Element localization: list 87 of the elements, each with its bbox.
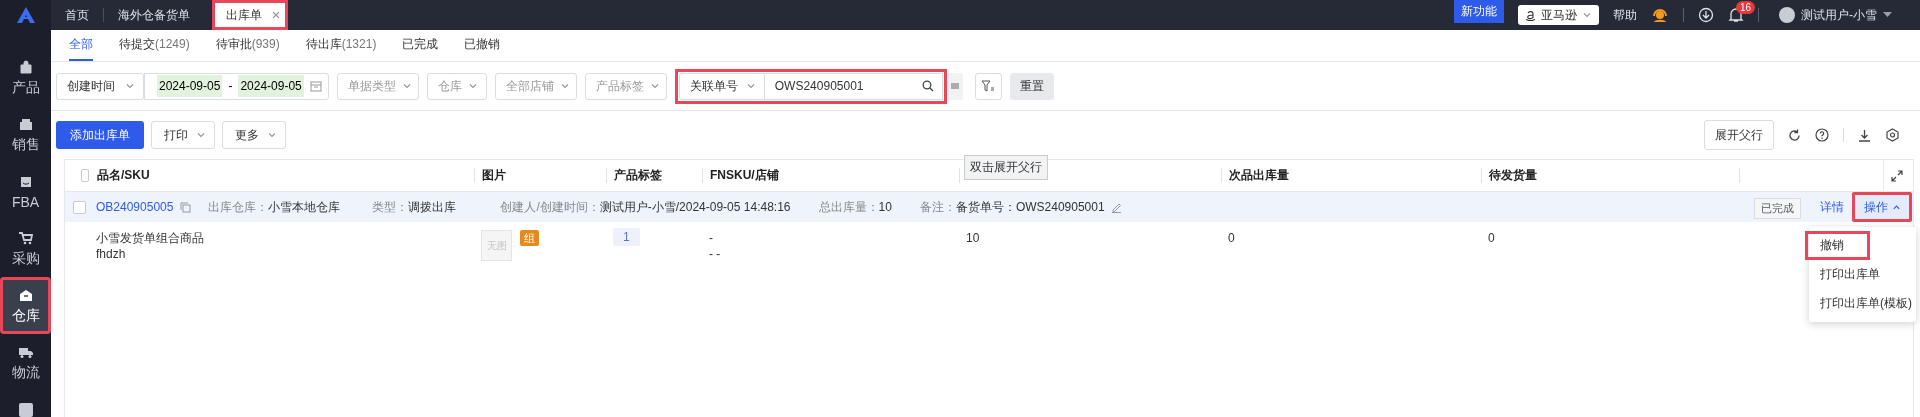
- page-tab[interactable]: 出库单: [212, 0, 288, 30]
- status-tab[interactable]: 已撤销: [464, 30, 501, 61]
- detail-link[interactable]: 详情: [1820, 199, 1844, 216]
- select-field[interactable]: 关联单号: [678, 72, 765, 100]
- order-link[interactable]: OB240905005: [96, 200, 174, 214]
- quantity-cell-text: 10: [965, 230, 981, 246]
- menu-item[interactable]: 打印出库单: [1809, 260, 1916, 289]
- column-header: FNSKU/店铺: [710, 167, 779, 184]
- tooltip: 双击展开父行: [964, 155, 1048, 180]
- status-tab[interactable]: 待提交(1249): [119, 30, 190, 61]
- logo-icon[interactable]: [14, 6, 37, 24]
- settings-icon[interactable]: [1885, 127, 1900, 143]
- user-menu[interactable]: 测试用户-小雪: [1773, 5, 1898, 25]
- sidebar-item[interactable]: 产品: [0, 49, 51, 107]
- status-tab[interactable]: 已完成: [402, 30, 439, 61]
- column-header: 待发货量: [1489, 167, 1537, 184]
- status-tab[interactable]: 全部: [69, 30, 93, 61]
- notification-badge: 16: [1736, 1, 1756, 14]
- caret-icon: [401, 81, 412, 91]
- sidebar-item[interactable]: 销售: [0, 106, 51, 164]
- caret-icon: [196, 130, 206, 140]
- order-field: 出库仓库：小雪本地仓库: [208, 198, 341, 216]
- product-name: 小雪发货单组合商品: [96, 230, 205, 246]
- filter-icon: [981, 79, 996, 93]
- column-header: 品名/SKU: [97, 167, 150, 184]
- caret-icon: [467, 81, 478, 91]
- combo-tag: 组: [520, 230, 539, 246]
- calendar-icon: [309, 80, 322, 92]
- quantity-cell-text: 0: [1227, 230, 1236, 246]
- headset-icon[interactable]: [1651, 7, 1669, 23]
- column-header: 产品标签: [614, 167, 662, 184]
- status-tab[interactable]: 待出库(1321): [305, 30, 377, 61]
- search-field[interactable]: OWS240905001: [764, 72, 943, 100]
- checkbox[interactable]: [73, 200, 86, 214]
- search-icon: [921, 80, 934, 92]
- fullscreen-icon[interactable]: [1891, 169, 1903, 182]
- refresh-icon[interactable]: [1788, 128, 1801, 142]
- order-field: 创建人/创建时间：测试用户-小雪/2024-09-05 14:48:16: [500, 198, 791, 216]
- status-tab[interactable]: 待审批(939): [215, 30, 280, 61]
- label-count: 1: [613, 228, 640, 246]
- caret-icon: [267, 130, 277, 140]
- help-icon[interactable]: [1815, 128, 1829, 142]
- cart-icon: [17, 229, 34, 246]
- download-icon[interactable]: [1858, 128, 1871, 142]
- order-field: 备注：备货单号：OWS240905001: [919, 198, 1105, 216]
- caret-icon: [1883, 12, 1892, 18]
- page-tab[interactable]: 海外仓备货单: [104, 0, 204, 30]
- sidebar-item[interactable]: 仓库: [0, 277, 51, 335]
- caret-icon: [125, 81, 135, 91]
- column-header: 次品出库量: [1229, 167, 1289, 184]
- column-header: 图片: [482, 167, 506, 184]
- sidebar-item[interactable]: 物流: [0, 334, 51, 392]
- sidebar-item[interactable]: 采购: [0, 220, 51, 278]
- order-field: 类型：调拨出库: [372, 198, 457, 216]
- menu-item[interactable]: 打印出库单(模板): [1809, 289, 1916, 318]
- caret-icon: [745, 81, 756, 91]
- add-button[interactable]: 添加出库单: [56, 121, 144, 149]
- sidebar-item[interactable]: FBA: [0, 163, 51, 221]
- caret-icon: [1891, 202, 1901, 212]
- menu-item[interactable]: 撤销: [1805, 231, 1870, 260]
- list-icon: [949, 81, 960, 91]
- close-icon[interactable]: [272, 11, 280, 19]
- reset-button[interactable]: 重置: [1009, 72, 1054, 100]
- caret-icon: [1582, 10, 1592, 20]
- date-range-field[interactable]: 2024-09-05 - 2024-09-05: [144, 72, 329, 100]
- shop-text: - -: [709, 246, 722, 262]
- amazon-icon: [1525, 9, 1536, 21]
- expand-parent-button[interactable]: 展开父行: [1704, 120, 1774, 150]
- shop-icon: [17, 116, 34, 133]
- bag-icon: [17, 59, 34, 76]
- edit-icon[interactable]: [1110, 201, 1122, 213]
- quantity-cell-text: 0: [1487, 230, 1496, 246]
- checkbox[interactable]: [81, 169, 89, 182]
- status-tag: 已完成: [1754, 198, 1801, 219]
- select-field[interactable]: 创建时间: [56, 72, 144, 100]
- sku-text: fhdzh: [96, 246, 127, 262]
- page-tab[interactable]: 首页: [51, 0, 103, 30]
- caret-icon: [649, 81, 660, 91]
- new-feature-badge[interactable]: 新功能: [1454, 0, 1504, 23]
- help-link[interactable]: 帮助: [1613, 6, 1637, 24]
- fnsku-text: -: [709, 230, 714, 246]
- caret-icon: [559, 81, 570, 91]
- dropdown-button[interactable]: 打印: [151, 121, 215, 149]
- dropdown-button[interactable]: 更多: [222, 121, 286, 149]
- marketplace-select[interactable]: 亚马逊: [1518, 5, 1599, 25]
- order-field: 总出库量：10: [818, 198, 892, 216]
- operation-button[interactable]: 操作: [1852, 192, 1912, 222]
